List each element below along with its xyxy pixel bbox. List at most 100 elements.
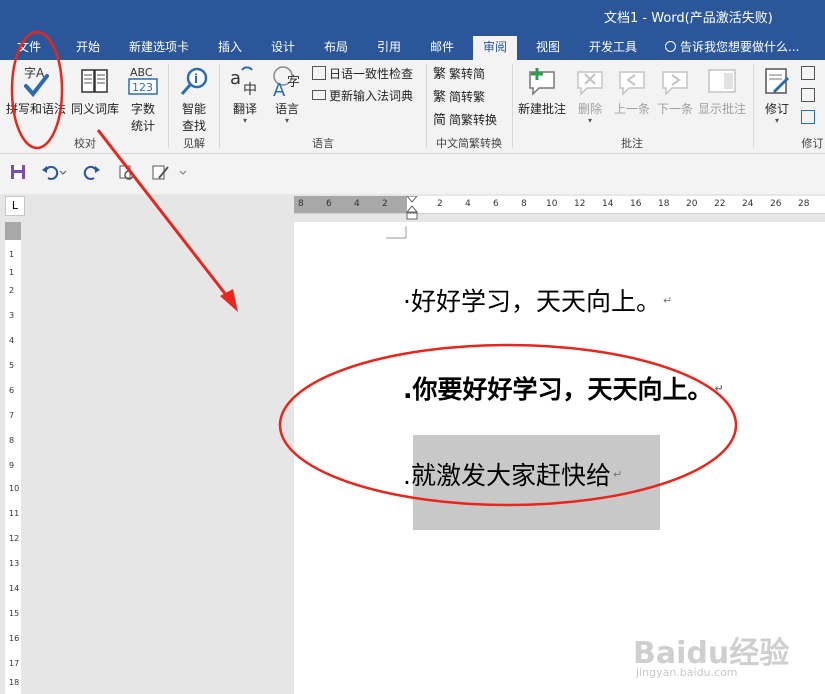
- chevron-down-icon[interactable]: [58, 162, 68, 182]
- keyboard-icon: [312, 90, 326, 100]
- ruler-tick: 6: [493, 199, 499, 209]
- window-title: 文档1 - Word(产品激活失败): [604, 11, 773, 26]
- tab-design[interactable]: 设计: [271, 36, 295, 60]
- baidu-watermark-url: jingyan.baidu.com: [636, 666, 738, 679]
- tracking-option-button[interactable]: [801, 87, 823, 105]
- redo-icon[interactable]: [82, 162, 102, 182]
- undo-icon[interactable]: [40, 162, 60, 182]
- tracking-option-button[interactable]: [801, 65, 823, 83]
- ruler-tick: 11: [9, 509, 20, 518]
- new-comment-icon: [529, 68, 555, 96]
- ruler-tick: 3: [9, 311, 15, 320]
- word-count-label-1: 字数: [130, 102, 155, 116]
- paragraph-2[interactable]: .你要好好学习，天天向上。 ↵: [403, 370, 724, 406]
- chinese-convert-button[interactable]: 简简繁转换: [433, 111, 497, 129]
- spelling-grammar-label: 拼写和语法: [5, 102, 66, 116]
- simp-to-trad-button[interactable]: 繁简转繁: [433, 88, 485, 106]
- horizontal-ruler[interactable]: 8 6 4 2 2 4 6 8 10 12 14 16 18 20 22 24 …: [294, 196, 825, 220]
- delete-comment-icon: [577, 71, 603, 96]
- new-comment-label: 新建批注: [517, 102, 566, 116]
- trad-to-simp-button[interactable]: 繁繁转简: [433, 65, 485, 83]
- show-comments-button[interactable]: 显示批注: [697, 64, 747, 117]
- track-changes-button[interactable]: 修订 ▾: [758, 64, 796, 125]
- word-count-icon-top: ABC: [130, 66, 153, 79]
- ruler-tick: 8: [521, 199, 527, 209]
- paragraph-3[interactable]: .就激发大家赶快给 ↵: [403, 456, 622, 492]
- language-button[interactable]: A 字 语言 ▾: [267, 64, 307, 125]
- tab-references[interactable]: 引用: [377, 36, 401, 60]
- margin-corner-mark: [386, 226, 407, 239]
- ruler-tick: 1: [9, 250, 15, 259]
- tab-developer[interactable]: 开发工具: [589, 36, 637, 60]
- update-ime-dictionary-button[interactable]: 更新输入法词典: [312, 87, 413, 105]
- smart-lookup-button[interactable]: i 智能 查找: [174, 64, 214, 134]
- customize-toolbar-icon[interactable]: [178, 162, 188, 182]
- draw-table-icon[interactable]: [150, 162, 170, 182]
- ruler-tick: 18: [658, 199, 670, 209]
- paragraph-2-text: 你要好好学习，天天向上。: [412, 375, 713, 404]
- tab-selector[interactable]: L: [5, 196, 25, 216]
- ruler-tick: 2: [9, 286, 15, 295]
- delete-comment-button[interactable]: 删除 ▾: [571, 64, 609, 125]
- svg-text:i: i: [194, 72, 198, 86]
- paragraph-3-text: 就激发大家赶快给: [410, 461, 611, 490]
- new-comment-button[interactable]: 新建批注: [515, 64, 569, 117]
- tab-new-tab[interactable]: 新建选项卡: [129, 36, 189, 60]
- ruler-tick: 15: [9, 609, 20, 618]
- language-label: 语言: [274, 102, 299, 116]
- thesaurus-button[interactable]: 同义词库: [70, 64, 120, 117]
- ribbon-separator: [168, 64, 169, 148]
- spelling-grammar-button[interactable]: 字A 拼写和语法: [5, 64, 67, 117]
- tracking-option-button[interactable]: [801, 109, 823, 127]
- ruler-margin: [5, 222, 21, 240]
- simp-to-trad-label: 简转繁: [449, 90, 486, 104]
- svg-text:a: a: [230, 68, 241, 89]
- group-label-chinese: 中文简繁转换: [436, 137, 502, 150]
- ruler-tick: 8: [298, 199, 304, 209]
- tab-mailings[interactable]: 邮件: [430, 36, 454, 60]
- chinese-convert-icon: 简: [433, 113, 447, 128]
- tell-me-search[interactable]: 告诉我您想要做什么...: [665, 36, 799, 60]
- chinese-convert-label: 简繁转换: [449, 113, 498, 127]
- tab-insert[interactable]: 插入: [218, 36, 242, 60]
- ribbon-separator: [219, 64, 220, 148]
- reviewing-pane-icon: [801, 110, 815, 124]
- book-icon: [81, 69, 108, 93]
- ruler-tick: 2: [382, 199, 388, 209]
- delete-comment-label: 删除: [577, 102, 602, 116]
- paragraph-1[interactable]: ·好好学习，天天向上。 ↵: [403, 282, 672, 318]
- ribbon: 字A 拼写和语法 同义词库 ABC 123 字数 统计 校对 i 智能 查找 见…: [0, 60, 825, 154]
- tab-file[interactable]: 文件: [17, 36, 41, 60]
- next-comment-label: 下一条: [656, 102, 693, 116]
- ruler-tick: 14: [9, 584, 20, 593]
- group-label-tracking: 修订: [801, 137, 824, 150]
- previous-comment-button[interactable]: 上一条: [611, 64, 653, 117]
- tab-view[interactable]: 视图: [536, 36, 560, 60]
- ribbon-separator: [512, 64, 513, 148]
- tab-layout[interactable]: 布局: [324, 36, 348, 60]
- thesaurus-label: 同义词库: [70, 102, 119, 116]
- save-icon[interactable]: [8, 162, 28, 182]
- lightbulb-icon: [665, 41, 676, 52]
- japanese-consistency-button[interactable]: 日语一致性检查: [312, 65, 413, 83]
- print-preview-icon[interactable]: [116, 162, 136, 182]
- translate-button[interactable]: a 中 翻译 ▾: [225, 64, 265, 125]
- vertical-ruler[interactable]: 1 1 2 3 4 5 6 7 8 9 10 11 12 13 14 15 16…: [5, 222, 21, 694]
- japanese-consistency-label: 日语一致性检查: [329, 67, 414, 81]
- ruler-tick: 20: [686, 199, 698, 209]
- word-count-label-2: 统计: [130, 119, 155, 133]
- title-bar: 文档1 - Word(产品激活失败) 文件 开始 新建选项卡 插入 设计 布局 …: [0, 0, 825, 60]
- ruler-tick: 1: [9, 268, 15, 277]
- ruler-tick: 14: [602, 199, 614, 209]
- tab-home[interactable]: 开始: [76, 36, 100, 60]
- smart-lookup-icon: i: [180, 67, 208, 95]
- next-comment-button[interactable]: 下一条: [654, 64, 696, 117]
- word-count-button[interactable]: ABC 123 字数 统计: [122, 64, 164, 134]
- paragraph-mark-icon: ↵: [662, 294, 673, 307]
- ruler-tick: 18: [9, 678, 20, 687]
- indent-marker-icon[interactable]: [406, 196, 418, 220]
- word-count-icon-bottom: 123: [132, 81, 153, 94]
- svg-text:中: 中: [243, 82, 257, 98]
- tab-review[interactable]: 审阅: [473, 36, 518, 60]
- show-comments-icon: [708, 69, 736, 93]
